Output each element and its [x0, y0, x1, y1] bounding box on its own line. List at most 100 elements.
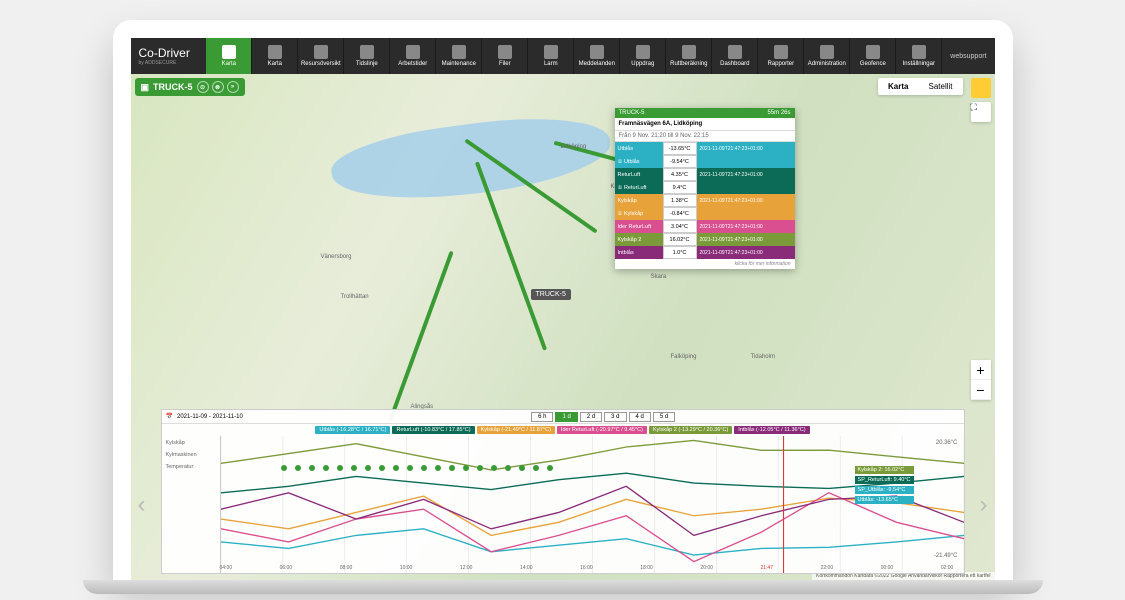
event-dot[interactable] [365, 465, 371, 471]
event-dot[interactable] [505, 465, 511, 471]
fullscreen-button[interactable]: ⛶ [971, 102, 991, 122]
legend-item[interactable]: Intblås (-12.05°C / 11.36°C) [734, 426, 809, 434]
legend-item[interactable]: Kylskåp (-21.49°C / 11.87°C) [477, 426, 555, 434]
nav-item-geofence[interactable]: Geofence [850, 38, 896, 74]
zoom-out-button[interactable]: − [971, 380, 991, 400]
nav-item-filer[interactable]: Filer [482, 38, 528, 74]
timeline-panel: 📅 2021-11-09 - 2021-11-10 6 h1 d2 d3 d4 … [161, 409, 965, 574]
chart-value-label: Utblås: -13.65°C [855, 496, 914, 504]
legend-item[interactable]: Utblås (-16.28°C / 16.71°C) [315, 426, 390, 434]
vehicle-badge[interactable]: ▣ TRUCK-5 ⊙ ⊗ » [135, 78, 245, 96]
nav-item-tidslinje[interactable]: Tidslinje [344, 38, 390, 74]
nav-item-karta[interactable]: Karta [206, 38, 252, 74]
sensor-name: Utblås [615, 142, 663, 155]
nav-icon [314, 45, 328, 59]
time-btn-1d[interactable]: 1 d [555, 412, 577, 422]
event-dot[interactable] [533, 465, 539, 471]
sensor-value: -9.54°C [663, 155, 697, 168]
event-dot[interactable] [463, 465, 469, 471]
event-dot[interactable] [295, 465, 301, 471]
nav-item-karta[interactable]: Karta [252, 38, 298, 74]
popup-footer[interactable]: klicka för mer information [615, 259, 795, 269]
status-icon[interactable]: ⊙ [197, 81, 209, 93]
zoom-in-button[interactable]: + [971, 360, 991, 380]
x-tick: 20:00 [700, 565, 713, 571]
nav-icon [222, 45, 236, 59]
time-btn-6h[interactable]: 6 h [531, 412, 553, 422]
x-tick: 08:00 [340, 565, 353, 571]
nav-item-uppdrag[interactable]: Uppdrag [620, 38, 666, 74]
event-dot[interactable] [491, 465, 497, 471]
sensor-timestamp: 2021-11-09T21:47:23+01:00 [697, 246, 795, 259]
sensor-value: 16.02°C [663, 233, 697, 246]
pegman-icon[interactable] [971, 78, 991, 98]
nav-item-administration[interactable]: Administration [804, 38, 850, 74]
city-label: Lidköping [561, 144, 587, 150]
chart-area: ‹ › Kylskåp Kylmaskinen Temperatur 20.36… [162, 436, 964, 573]
sensor-value: -0.84°C [663, 207, 697, 220]
x-tick: 12:00 [460, 565, 473, 571]
event-dot[interactable] [393, 465, 399, 471]
event-dot[interactable] [407, 465, 413, 471]
ymax-label: 20.36°C [936, 440, 958, 446]
nav-item-dashboard[interactable]: Dashboard [712, 38, 758, 74]
nav-icon [774, 45, 788, 59]
chart-svg [221, 436, 964, 573]
sensor-name: ① Utblås [615, 155, 663, 168]
legend-item[interactable]: Ider ReturLuft (-20.97°C / 9.45°C) [557, 426, 647, 434]
legend-item[interactable]: Kylskåp 2 (-13.29°C / 20.36°C) [649, 426, 732, 434]
sensor-name: Kylskåp [615, 194, 663, 207]
nav-label: Karta [268, 61, 282, 67]
nav-item-arbetstider[interactable]: Arbetstider [390, 38, 436, 74]
event-dot[interactable] [309, 465, 315, 471]
event-dot[interactable] [281, 465, 287, 471]
event-dot[interactable] [323, 465, 329, 471]
websupport-link[interactable]: websupport [942, 38, 994, 74]
nav-item-ruttberäkning[interactable]: Ruttberäkning [666, 38, 712, 74]
time-btn-3d[interactable]: 3 d [604, 412, 626, 422]
event-dot[interactable] [379, 465, 385, 471]
nav-label: Inställningar [903, 61, 935, 67]
scroll-left-button[interactable]: ‹ [138, 491, 146, 519]
x-tick: 04:00 [220, 565, 233, 571]
sensor-timestamp [697, 181, 795, 194]
legend-item[interactable]: ReturLuft (-10.83°C / 17.85°C) [392, 426, 474, 434]
map-type-map[interactable]: Karta [878, 78, 918, 95]
sensor-name: Intblås [615, 246, 663, 259]
time-range-buttons: 6 h1 d2 d3 d4 d5 d [531, 412, 675, 422]
nav-item-meddelanden[interactable]: Meddelanden [574, 38, 620, 74]
date-range[interactable]: 2021-11-09 - 2021-11-10 [177, 414, 243, 420]
nav-item-rapporter[interactable]: Rapporter [758, 38, 804, 74]
forward-icon[interactable]: » [227, 81, 239, 93]
ylabel: Kylmaskinen [166, 452, 216, 458]
nav-icon [498, 45, 512, 59]
map-type-satellite[interactable]: Satellit [918, 78, 962, 95]
status-icon[interactable]: ⊗ [212, 81, 224, 93]
app-name: Co-Driver [139, 46, 199, 60]
nav-item-maintenance[interactable]: Maintenance [436, 38, 482, 74]
event-dot[interactable] [351, 465, 357, 471]
event-dot[interactable] [421, 465, 427, 471]
scroll-right-button[interactable]: › [980, 491, 988, 519]
calendar-icon[interactable]: 📅 [166, 413, 173, 420]
event-dot[interactable] [547, 465, 553, 471]
event-dot[interactable] [519, 465, 525, 471]
nav-item-larm[interactable]: Larm [528, 38, 574, 74]
event-dot[interactable] [449, 465, 455, 471]
event-dot[interactable] [337, 465, 343, 471]
popup-title: TRUCK-5 [619, 110, 645, 116]
water-body [327, 105, 614, 213]
line-chart[interactable]: 20.36°C -21.49°C Kylskåp 2: 16.02°CSP_Re… [220, 436, 964, 573]
y-axis-labels: Kylskåp Kylmaskinen Temperatur [162, 436, 220, 573]
nav-item-inställningar[interactable]: Inställningar [896, 38, 942, 74]
event-dot[interactable] [435, 465, 441, 471]
time-btn-5d[interactable]: 5 d [653, 412, 675, 422]
truck-icon: ▣ [141, 82, 150, 93]
time-btn-4d[interactable]: 4 d [629, 412, 651, 422]
nav-item-resursöversikt[interactable]: Resursöversikt [298, 38, 344, 74]
time-btn-2d[interactable]: 2 d [580, 412, 602, 422]
vehicle-marker[interactable]: TRUCK-5 [531, 289, 571, 300]
nav-icon [268, 45, 282, 59]
event-dot[interactable] [477, 465, 483, 471]
chart-value-label: SP_Utblås: -9.54°C [855, 486, 914, 494]
